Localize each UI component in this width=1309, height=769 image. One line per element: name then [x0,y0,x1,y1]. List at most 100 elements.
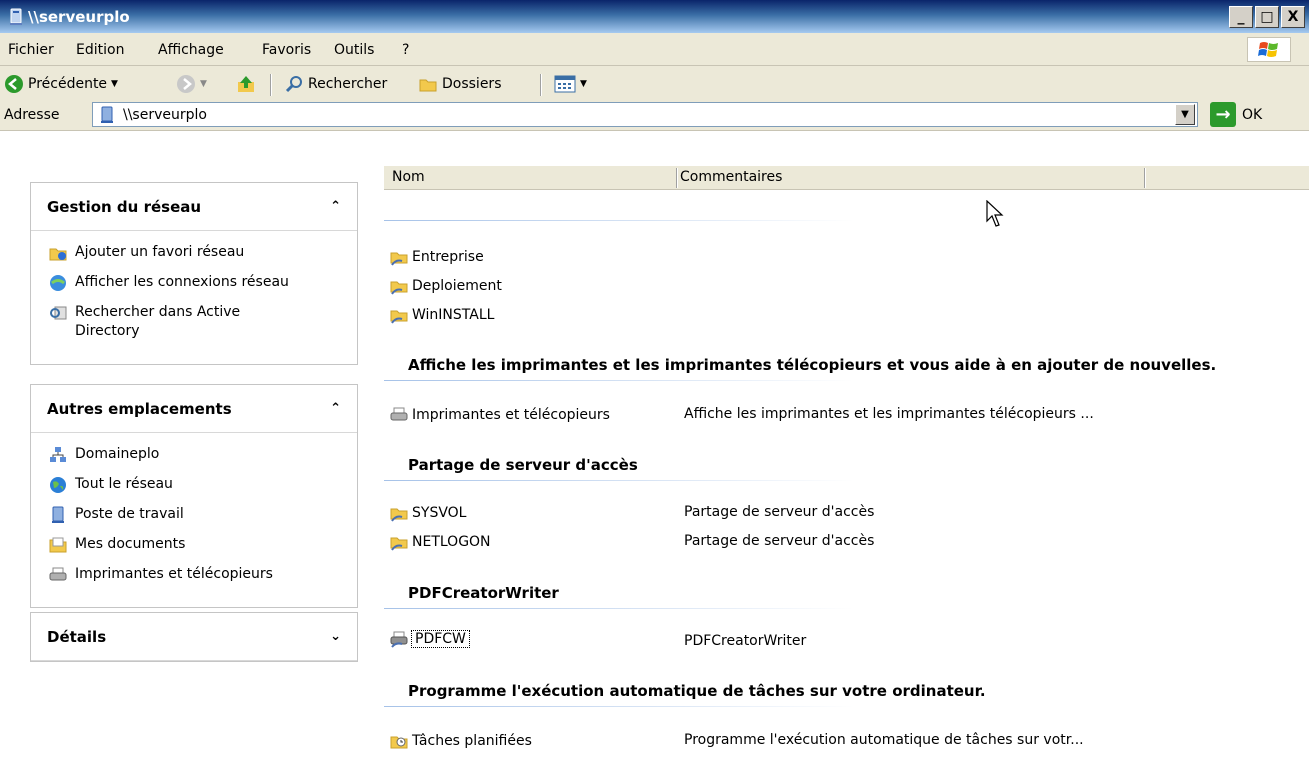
views-dropdown-icon[interactable]: ▼ [580,79,587,89]
search-button[interactable]: Rechercher [284,74,387,94]
place-domain[interactable]: Domaineplo [49,445,357,464]
shared-printer-icon [390,631,408,648]
folders-button[interactable]: Dossiers [418,74,502,94]
details-panel: Détails ⌄ [30,612,358,662]
folders-label: Dossiers [442,76,502,92]
back-button[interactable]: Précédente ▼ [4,74,118,94]
address-input[interactable]: \\serveurplo ▼ [92,102,1198,127]
details-header[interactable]: Détails ⌄ [31,613,357,661]
netlogon-comment: Partage de serveur d'accès [684,533,875,549]
title-bar[interactable]: \\serveurplo _ □ X [0,0,1309,33]
task-view-connections[interactable]: Afficher les connexions réseau [49,273,357,292]
address-dropdown-icon[interactable]: ▼ [1175,104,1195,125]
mouse-cursor-icon [986,200,1004,227]
divider [384,480,854,481]
forward-dropdown-icon[interactable]: ▼ [200,79,207,89]
computer-icon [101,106,113,123]
shared-folder-icon [390,252,408,266]
forward-button[interactable]: ▼ [176,74,207,94]
sysvol-comment: Partage de serveur d'accès [684,504,875,520]
menu-affichage[interactable]: Affichage [158,42,224,58]
task-add-network-place[interactable]: Ajouter un favori réseau [49,243,357,262]
task-search-ad[interactable]: Rechercher dans Active Directory [49,303,357,341]
scheduled-tasks-icon [390,736,408,749]
task-pane: Gestion du réseau ⌃ Ajouter un favori ré… [0,132,368,769]
place-printers[interactable]: Imprimantes et télécopieurs [49,565,357,584]
expand-icon[interactable]: ⌄ [330,629,341,644]
go-label: OK [1242,106,1263,123]
column-name[interactable]: Nom [392,169,425,185]
close-button[interactable]: X [1281,6,1305,28]
search-icon [285,76,302,93]
file-list: Entreprise Deploiement WinINSTALL Affich… [384,190,1309,769]
minimize-button[interactable]: _ [1229,6,1253,28]
details-title: Détails [47,627,107,646]
printer-icon [390,407,408,421]
printers-comment: Affiche les imprimantes et les imprimant… [684,406,1094,422]
place-my-documents[interactable]: Mes documents [49,535,357,554]
back-dropdown-icon[interactable]: ▼ [111,79,118,89]
go-arrow-icon: → [1210,102,1236,127]
group-title-access: Partage de serveur d'accès [408,456,638,474]
views-icon [554,75,576,93]
views-button[interactable]: ▼ [554,74,587,94]
printer-pdfcw[interactable]: PDFCW [390,630,470,648]
back-label: Précédente [28,76,108,92]
menu-bar: Fichier Edition Affichage Favoris Outils… [0,33,1309,66]
share-entreprise[interactable]: Entreprise [390,248,484,266]
address-label: Adresse [4,107,60,123]
other-places-header[interactable]: Autres emplacements ⌃ [31,385,357,433]
column-header: Nom Commentaires [384,166,1309,190]
address-bar: Adresse \\serveurplo ▼ → OK [0,98,1309,131]
printers-item[interactable]: Imprimantes et télécopieurs [390,406,610,424]
search-label: Rechercher [308,76,388,92]
up-folder-icon [238,76,254,92]
back-arrow-icon [5,75,23,93]
shared-folder-icon [390,508,408,522]
collapse-icon[interactable]: ⌃ [330,199,341,214]
share-deploiement[interactable]: Deploiement [390,277,502,295]
menu-help[interactable]: ? [402,42,409,58]
place-entire-network[interactable]: Tout le réseau [49,475,357,494]
forward-arrow-icon [177,75,195,93]
network-tasks-title: Gestion du réseau [47,197,202,216]
share-wininstall[interactable]: WinINSTALL [390,306,494,324]
group-title-pdf: PDFCreatorWriter [408,584,559,602]
directory-search-icon [50,306,67,320]
up-folder-button[interactable] [236,74,256,94]
group-title-printers: Affiche les imprimantes et les imprimant… [408,356,1217,374]
divider [384,706,854,707]
network-tasks-header[interactable]: Gestion du réseau ⌃ [31,183,357,231]
group-title-tasks: Programme l'exécution automatique de tâc… [408,682,986,700]
go-button[interactable]: → OK [1210,102,1262,127]
menu-fichier[interactable]: Fichier [8,42,54,58]
computer-icon [52,506,64,523]
pdfcw-comment: PDFCreatorWriter [684,633,807,649]
folders-icon [419,79,437,92]
printer-icon [49,567,67,581]
documents-icon [49,537,67,553]
share-sysvol[interactable]: SYSVOL [390,504,466,522]
domain-icon [50,447,66,462]
menu-edition[interactable]: Edition [76,42,124,58]
computer-icon [10,8,22,25]
divider [384,380,854,381]
address-value: \\serveurplo [123,106,207,123]
column-comments[interactable]: Commentaires [680,169,782,185]
window-title: \\serveurplo [28,8,130,26]
divider [384,608,854,609]
share-netlogon[interactable]: NETLOGON [390,533,491,551]
scheduled-tasks-item[interactable]: Tâches planifiées [390,732,532,750]
network-connections-icon [50,275,66,291]
place-my-computer[interactable]: Poste de travail [49,505,357,524]
scheduled-tasks-comment: Programme l'exécution automatique de tâc… [684,732,1084,748]
menu-outils[interactable]: Outils [334,42,374,58]
menu-favoris[interactable]: Favoris [262,42,311,58]
shared-folder-icon [390,537,408,551]
other-places-panel: Autres emplacements ⌃ Domaineplo Tout le… [30,384,358,608]
add-network-place-icon [49,248,67,261]
maximize-button[interactable]: □ [1255,6,1279,28]
collapse-icon[interactable]: ⌃ [330,401,341,416]
globe-icon [50,477,66,493]
divider [384,220,854,221]
